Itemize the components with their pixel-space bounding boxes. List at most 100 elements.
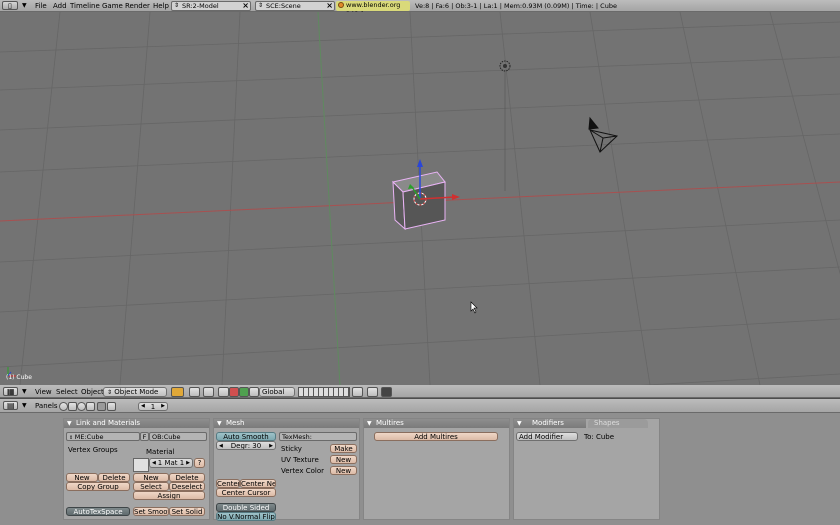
mesh-name[interactable]: ME:Cube xyxy=(75,433,104,441)
screen-selector[interactable]: ⇕ SR:2-Model × xyxy=(171,1,251,11)
orientation-selector[interactable]: Global xyxy=(259,387,295,397)
scene-selector[interactable]: ⇕ SCE:Scene × xyxy=(255,1,335,11)
3d-viewport[interactable]: (1) Cube xyxy=(0,12,840,385)
scene-context-icon[interactable] xyxy=(107,402,116,411)
center-button[interactable]: Center xyxy=(216,479,240,488)
degree-right-arrow-icon[interactable]: ▶ xyxy=(269,443,273,449)
autotexspace-toggle[interactable]: AutoTexSpace xyxy=(66,507,130,516)
frame-value[interactable]: 1 xyxy=(151,403,155,411)
mode-selector[interactable]: ⇕ Object Mode xyxy=(103,387,167,397)
copy-group-button[interactable]: Copy Group xyxy=(66,482,130,491)
frame-right-arrow-icon[interactable]: ▶ xyxy=(161,403,165,410)
menu-add[interactable]: Add xyxy=(53,2,67,10)
mat-next-icon[interactable]: ▶ xyxy=(186,460,190,467)
center-new-button[interactable]: Center New xyxy=(240,479,276,488)
auto-smooth-toggle[interactable]: Auto Smooth xyxy=(216,432,276,441)
vgroup-new-button[interactable]: New xyxy=(66,473,98,482)
menu-timeline[interactable]: Timeline xyxy=(70,2,100,10)
editing-context-icon[interactable] xyxy=(97,402,106,411)
layer-buttons[interactable] xyxy=(298,387,350,397)
scene-close-icon[interactable]: × xyxy=(326,1,333,10)
mode-icon: ⇕ xyxy=(107,389,113,396)
panel-collapse-icon[interactable]: ▼ xyxy=(67,419,72,428)
menu-select[interactable]: Select xyxy=(56,388,78,396)
screen-name[interactable]: SR:2-Model xyxy=(182,2,219,10)
mesh-title-bar[interactable]: ▼ Mesh xyxy=(214,419,359,428)
draw-type-icon[interactable] xyxy=(171,387,184,397)
scene-name[interactable]: SCE:Scene xyxy=(266,2,301,10)
frame-number-field[interactable]: ◀ 1 ▶ xyxy=(138,402,168,411)
screen-dropdown-icon[interactable]: ⇕ xyxy=(174,2,179,10)
website-link[interactable]: www.blender.org 248.1 xyxy=(336,1,410,18)
sticky-make-button[interactable]: Make xyxy=(330,444,357,453)
degree-left-arrow-icon[interactable]: ◀ xyxy=(219,443,223,449)
screen-close-icon[interactable]: × xyxy=(242,1,249,10)
scale-manipulator-icon[interactable] xyxy=(249,387,259,397)
panel-collapse-icon[interactable]: ▼ xyxy=(217,419,222,428)
shading-context-icon[interactable] xyxy=(77,402,86,411)
tab-modifiers[interactable]: Modifiers xyxy=(526,419,564,427)
texmesh-field[interactable]: TexMesh: xyxy=(279,432,357,441)
material-slot-selector[interactable]: ◀ 1 Mat 1 ▶ xyxy=(149,458,193,468)
menu-view[interactable]: View xyxy=(35,388,52,396)
render-preview-icon[interactable] xyxy=(367,387,378,397)
multires-title-bar[interactable]: ▼ Multires xyxy=(364,419,509,428)
menu-render[interactable]: Render xyxy=(125,2,150,10)
vgroup-delete-button[interactable]: Delete xyxy=(98,473,130,482)
material-deselect-button[interactable]: Deselect xyxy=(169,482,205,491)
menu-object[interactable]: Object xyxy=(81,388,104,396)
script-context-icon[interactable] xyxy=(68,402,77,411)
hand-manipulator-icon[interactable] xyxy=(218,387,229,397)
mat-prev-icon[interactable]: ◀ xyxy=(152,460,156,467)
material-delete-button[interactable]: Delete xyxy=(169,473,205,482)
material-assign-button[interactable]: Assign xyxy=(133,491,205,500)
tab-shapes[interactable]: Shapes xyxy=(588,419,648,428)
material-preview-swatch[interactable] xyxy=(133,458,149,472)
uv-texture-new-button[interactable]: New xyxy=(330,455,357,464)
scene-dropdown-icon[interactable]: ⇕ xyxy=(258,2,263,10)
material-new-button[interactable]: New xyxy=(133,473,169,482)
logic-context-icon[interactable] xyxy=(59,402,68,411)
object-name-field[interactable]: OB:Cube xyxy=(149,432,207,441)
panel-collapse-icon[interactable]: ▼ xyxy=(517,419,522,428)
view3d-window-type-icon[interactable]: ▦ xyxy=(3,387,18,396)
degree-field[interactable]: ◀ Degr: 30 ▶ xyxy=(216,441,276,450)
object-context-icon[interactable] xyxy=(86,402,95,411)
pivot-icon[interactable] xyxy=(189,387,200,397)
no-v-normal-flip-toggle[interactable]: No V.Normal Flip xyxy=(216,512,276,521)
opengl-render-icon[interactable] xyxy=(381,387,392,397)
add-multires-button[interactable]: Add Multires xyxy=(374,432,498,441)
cube-object xyxy=(392,159,460,231)
rotate-manipulator-icon[interactable] xyxy=(239,387,249,397)
panel-collapse-icon[interactable]: ▼ xyxy=(367,419,372,428)
mesh-name-field[interactable]: ⇕ ME:Cube xyxy=(66,432,140,441)
translate-manipulator-icon[interactable] xyxy=(229,387,239,397)
object-name[interactable]: OB:Cube xyxy=(152,433,181,441)
link-materials-title-bar[interactable]: ▼ Link and Materials xyxy=(64,419,209,428)
vertex-color-new-button[interactable]: New xyxy=(330,466,357,475)
lock-layers-icon[interactable] xyxy=(352,387,363,397)
set-solid-button[interactable]: Set Solid xyxy=(169,507,205,516)
window-type-icon[interactable]: ▯ xyxy=(2,1,18,10)
mode-label[interactable]: Object Mode xyxy=(114,388,158,396)
material-help-button[interactable]: ? xyxy=(194,458,205,468)
fake-user-toggle[interactable]: F xyxy=(140,432,149,441)
menu-game[interactable]: Game xyxy=(102,2,123,10)
view3d-collapse-icon[interactable]: ▼ xyxy=(22,388,27,395)
menu-file[interactable]: File xyxy=(35,2,47,10)
set-smooth-button[interactable]: Set Smooth xyxy=(133,507,169,516)
material-select-button[interactable]: Select xyxy=(133,482,169,491)
orientation-label[interactable]: Global xyxy=(262,388,284,396)
layer-lock-icon[interactable] xyxy=(203,387,214,397)
add-modifier-button[interactable]: Add Modifier xyxy=(516,432,578,441)
menu-help[interactable]: Help xyxy=(153,2,169,10)
header-collapse-icon[interactable]: ▼ xyxy=(22,2,27,9)
material-slot-label[interactable]: 1 Mat 1 xyxy=(158,459,184,467)
buttons-collapse-icon[interactable]: ▼ xyxy=(22,402,27,409)
double-sided-toggle[interactable]: Double Sided xyxy=(216,503,276,512)
frame-left-arrow-icon[interactable]: ◀ xyxy=(141,403,145,410)
buttons-window-type-icon[interactable]: ▤ xyxy=(3,401,18,410)
panels-menu[interactable]: Panels xyxy=(35,402,58,410)
degree-value[interactable]: Degr: 30 xyxy=(231,442,261,450)
center-cursor-button[interactable]: Center Cursor xyxy=(216,488,276,497)
